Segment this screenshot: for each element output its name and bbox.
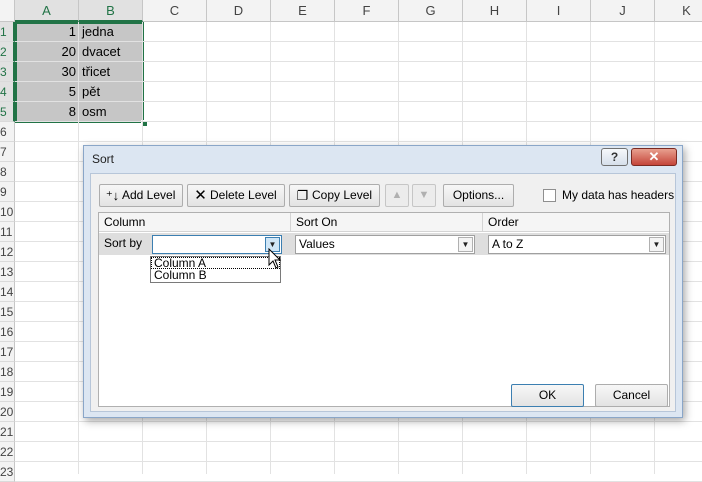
row-header-12[interactable]: 12 — [0, 242, 15, 262]
row-header-13[interactable]: 13 — [0, 262, 15, 282]
column-header-i[interactable]: I — [527, 0, 591, 22]
column-header-g[interactable]: G — [399, 0, 463, 22]
row-header-16[interactable]: 16 — [0, 322, 15, 342]
cell-a4[interactable]: 5 — [15, 82, 79, 102]
row-header-23[interactable]: 23 — [0, 462, 15, 482]
row-header-19[interactable]: 19 — [0, 382, 15, 402]
row-header-9[interactable]: 9 — [0, 182, 15, 202]
order-header: Order — [483, 213, 669, 232]
dialog-title: Sort — [92, 152, 115, 166]
cell-a3[interactable]: 30 — [15, 62, 79, 82]
cell-b2[interactable]: dvacet — [79, 42, 143, 62]
move-up-button[interactable]: ▲ — [385, 184, 409, 207]
row-header-7[interactable]: 7 — [0, 142, 15, 162]
row-header-10[interactable]: 10 — [0, 202, 15, 222]
row-header-21[interactable]: 21 — [0, 422, 15, 442]
column-header-e[interactable]: E — [271, 0, 335, 22]
cell-b3[interactable]: třicet — [79, 62, 143, 82]
row-header-3[interactable]: 3 — [0, 62, 15, 82]
row-header-8[interactable]: 8 — [0, 162, 15, 182]
row-header-14[interactable]: 14 — [0, 282, 15, 302]
close-button[interactable]: ✕ — [631, 148, 677, 166]
column-header-j[interactable]: J — [591, 0, 655, 22]
select-all-corner[interactable] — [0, 0, 15, 22]
add-level-icon: ⁺↓ — [105, 188, 120, 203]
my-data-has-headers-checkbox[interactable] — [543, 189, 556, 202]
sort-on-header: Sort On — [291, 213, 483, 232]
grid-line — [15, 421, 702, 422]
copy-icon: ❐ — [296, 188, 309, 203]
row-header-11[interactable]: 11 — [0, 222, 15, 242]
grid-line — [15, 141, 702, 142]
copy-level-label: Copy Level — [312, 188, 373, 202]
cell-a1[interactable]: 1 — [15, 22, 79, 42]
row-header-17[interactable]: 17 — [0, 342, 15, 362]
headers-checkbox-label: My data has headers — [562, 188, 675, 202]
dropdown-option-column-b[interactable]: Column B — [151, 269, 280, 281]
row-header-22[interactable]: 22 — [0, 442, 15, 462]
add-level-label: Add Level — [122, 188, 176, 202]
column-header: Column — [99, 213, 291, 232]
grid-line — [15, 461, 702, 462]
copy-level-button[interactable]: ❐ Copy Level — [289, 184, 380, 207]
column-header-f[interactable]: F — [335, 0, 399, 22]
column-header-c[interactable]: C — [143, 0, 207, 22]
delete-level-label: Delete Level — [210, 188, 277, 202]
chevron-down-icon[interactable]: ▼ — [649, 237, 664, 252]
grid-line — [15, 441, 702, 442]
cell-b4[interactable]: pět — [79, 82, 143, 102]
order-select[interactable]: A to Z ▼ — [488, 235, 666, 254]
row-header-2[interactable]: 2 — [0, 42, 15, 62]
row-header-1[interactable]: 1 — [0, 22, 15, 42]
move-down-button[interactable]: ▼ — [412, 184, 436, 207]
dialog-body: ⁺↓ Add Level ✕ Delete Level ❐ Copy Level… — [90, 173, 676, 412]
order-value: A to Z — [492, 237, 524, 251]
delete-x-icon: ✕ — [194, 187, 207, 204]
row-header-4[interactable]: 4 — [0, 82, 15, 102]
mouse-pointer-icon — [268, 248, 282, 269]
cancel-button[interactable]: Cancel — [595, 384, 668, 407]
chevron-down-icon[interactable]: ▼ — [458, 237, 473, 252]
column-header-d[interactable]: D — [207, 0, 271, 22]
sort-by-label: Sort by — [104, 236, 143, 250]
row-header-20[interactable]: 20 — [0, 402, 15, 422]
options-button[interactable]: Options... — [443, 184, 514, 207]
row-header-15[interactable]: 15 — [0, 302, 15, 322]
row-header-18[interactable]: 18 — [0, 362, 15, 382]
sort-by-column-select[interactable]: ▼ — [152, 235, 282, 254]
sort-levels-grid: Column Sort On Order Sort by ▼ Values ▼ … — [98, 212, 670, 407]
delete-level-button[interactable]: ✕ Delete Level — [187, 184, 285, 207]
cell-b1[interactable]: jedna — [79, 22, 143, 42]
sort-on-select[interactable]: Values ▼ — [295, 235, 475, 254]
ok-button[interactable]: OK — [511, 384, 584, 407]
add-level-button[interactable]: ⁺↓ Add Level — [99, 184, 183, 207]
column-dropdown-list: Column A Column B — [150, 256, 281, 283]
row-header-5[interactable]: 5 — [0, 102, 15, 122]
row-header-6[interactable]: 6 — [0, 122, 15, 142]
help-button[interactable]: ? — [601, 148, 628, 166]
cell-a5[interactable]: 8 — [15, 102, 79, 122]
cell-b5[interactable]: osm — [79, 102, 143, 122]
cell-a2[interactable]: 20 — [15, 42, 79, 62]
sort-on-value: Values — [299, 237, 335, 251]
column-header-b[interactable]: B — [79, 0, 143, 22]
column-header-a[interactable]: A — [15, 0, 79, 22]
column-header-k[interactable]: K — [655, 0, 702, 22]
column-header-h[interactable]: H — [463, 0, 527, 22]
